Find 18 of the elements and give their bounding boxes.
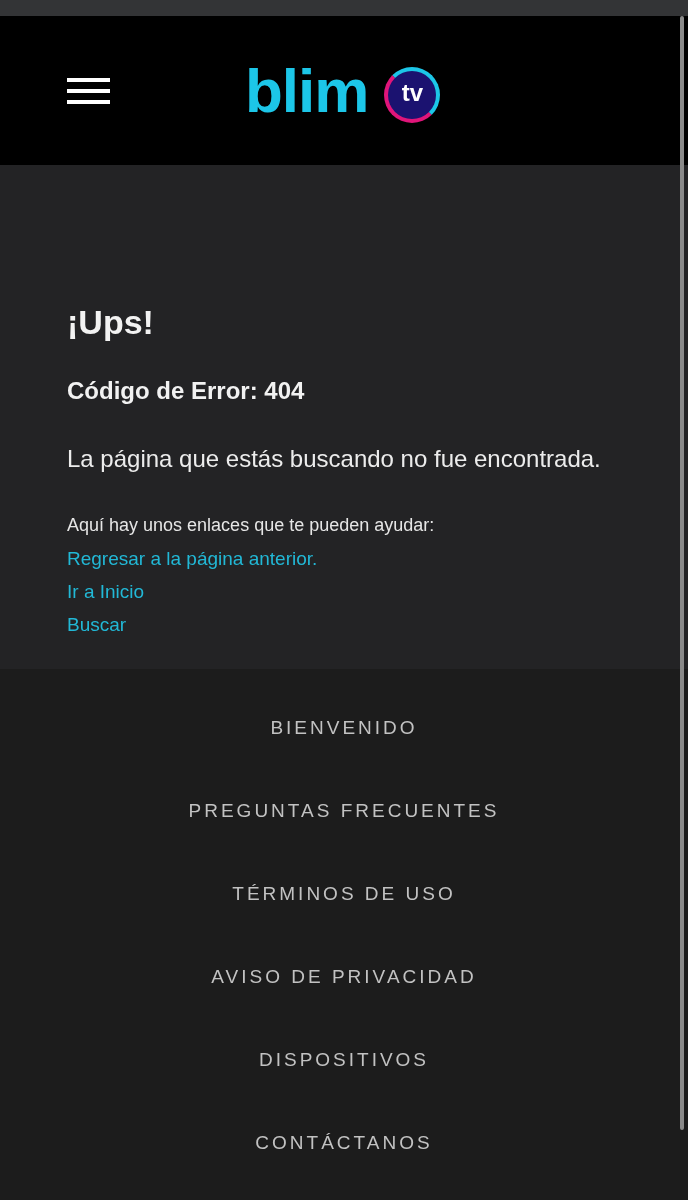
scrollbar-thumb[interactable] — [680, 16, 684, 1130]
help-link[interactable]: Buscar — [67, 608, 127, 641]
menu-icon — [67, 77, 110, 104]
error-message: La página que estás buscando no fue encontrada. — [67, 444, 601, 474]
footer-link[interactable]: PREGUNTAS FRECUENTES — [188, 799, 500, 823]
help-link[interactable]: Ir a Inicio — [67, 575, 145, 608]
menu-button[interactable] — [67, 77, 110, 104]
footer-link[interactable]: DISPOSITIVOS — [258, 1048, 430, 1072]
footer-link[interactable]: AVISO DE PRIVACIDAD — [211, 965, 477, 989]
footer-link[interactable]: CONTÁCTANOS — [255, 1131, 433, 1155]
error-code: Código de Error: 404 — [67, 376, 305, 406]
footer-link[interactable]: BIENVENIDO — [270, 716, 418, 740]
footer-link[interactable]: TÉRMINOS DE USO — [232, 882, 456, 906]
logo-wordmark[interactable]: blim — [245, 59, 369, 122]
error-title: ¡Ups! — [67, 302, 154, 342]
help-link[interactable]: Regresar a la página anterior. — [67, 542, 318, 575]
logo-badge: tv — [384, 66, 441, 123]
help-text: Aquí hay unos enlaces que te pueden ayudar: — [67, 514, 435, 537]
